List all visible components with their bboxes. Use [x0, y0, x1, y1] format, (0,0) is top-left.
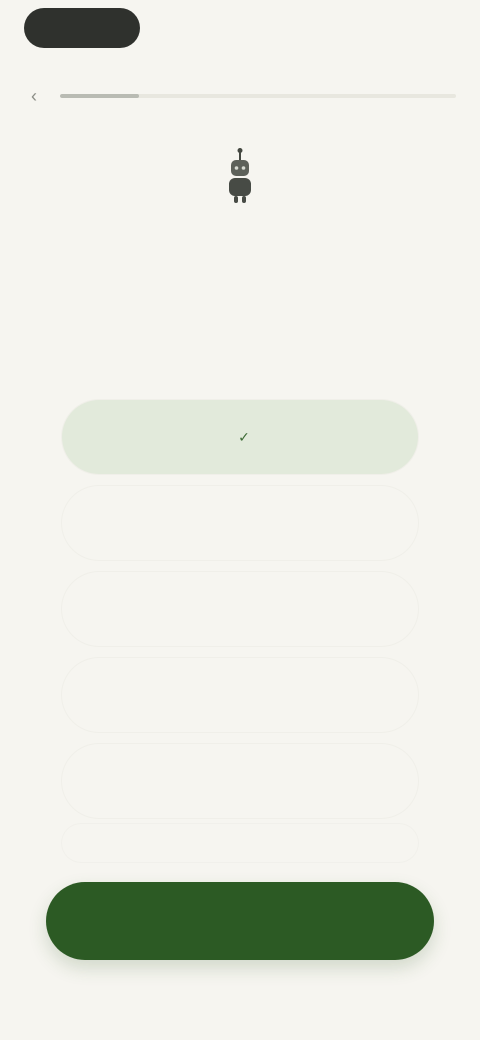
back-arrow-icon[interactable]: ‹ [24, 86, 44, 106]
app-pill [24, 8, 140, 48]
option-selected[interactable]: ✓ [62, 400, 418, 474]
continue-button[interactable] [46, 882, 434, 960]
option-item[interactable] [62, 572, 418, 646]
progress-track [60, 94, 456, 98]
option-item[interactable] [62, 824, 418, 862]
option-item[interactable] [62, 744, 418, 818]
option-item[interactable] [62, 658, 418, 732]
progress-fill [60, 94, 140, 98]
robot-icon [229, 148, 251, 203]
option-item[interactable] [62, 486, 418, 560]
language-options: ✓ [62, 400, 418, 862]
check-icon: ✓ [238, 428, 250, 445]
progress-row: ‹ [24, 86, 456, 106]
